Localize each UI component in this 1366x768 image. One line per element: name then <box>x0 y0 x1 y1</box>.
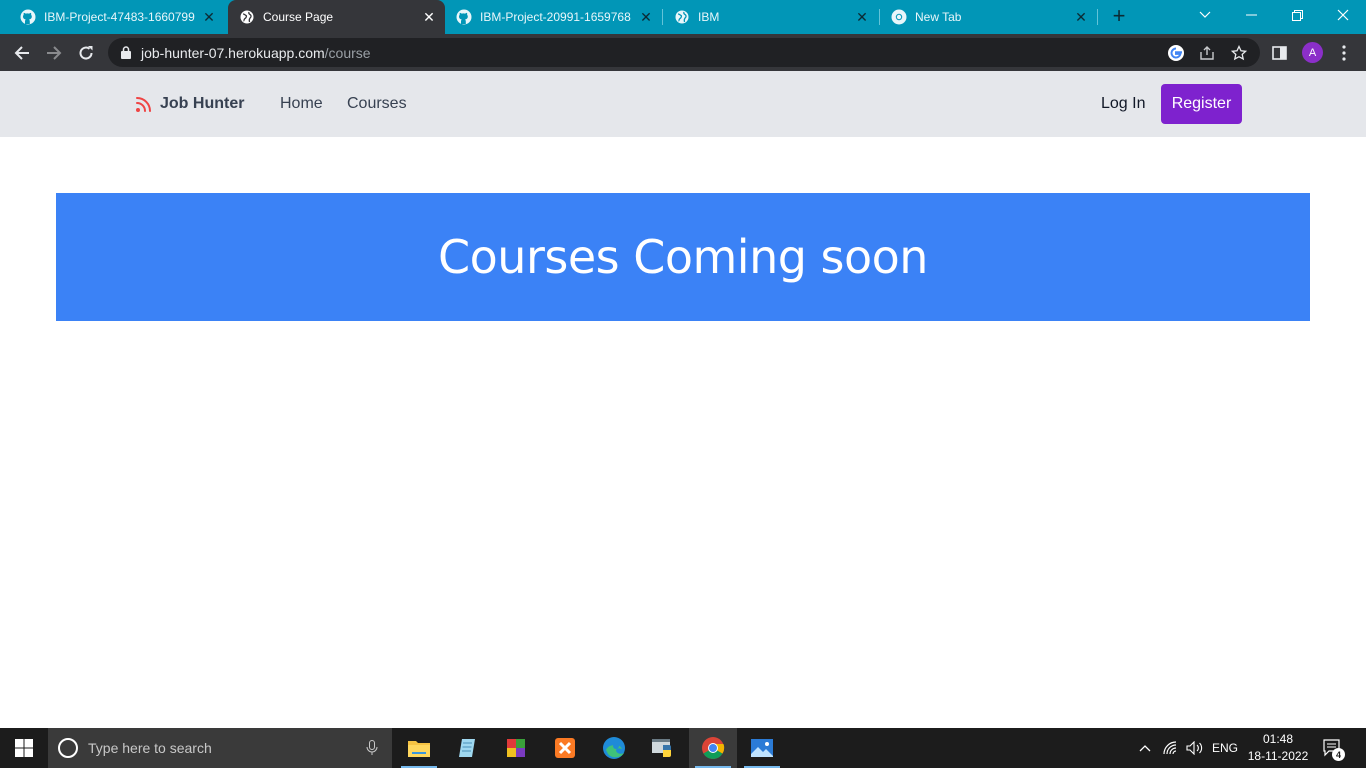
browser-tab-1[interactable]: IBM-Project-47483-1660799 ✕ <box>0 0 225 34</box>
close-tab-icon[interactable]: ✕ <box>854 9 870 25</box>
brand-name: Job Hunter <box>160 95 245 112</box>
lock-icon[interactable] <box>120 46 132 60</box>
profile-avatar[interactable]: A <box>1302 42 1323 63</box>
new-tab-button[interactable]: + <box>1108 3 1130 28</box>
chrome-icon <box>891 9 907 25</box>
github-icon <box>20 9 36 25</box>
close-window-button[interactable] <box>1320 0 1366 30</box>
taskbar-search-box[interactable]: Type here to search <box>48 728 392 768</box>
xampp-app[interactable] <box>541 728 589 768</box>
tab-title: IBM-Project-47483-1660799 <box>44 10 195 24</box>
browser-tab-4[interactable]: IBM ✕ <box>654 0 878 34</box>
python-icon <box>652 739 671 757</box>
notepad-icon <box>459 739 475 757</box>
tab-title: New Tab <box>915 10 962 24</box>
language-indicator[interactable]: ENG <box>1212 728 1238 768</box>
nav-courses-link[interactable]: Courses <box>347 95 407 113</box>
edge-icon <box>603 737 625 759</box>
browser-tab-2[interactable]: Course Page ✕ <box>228 0 445 34</box>
photos-icon <box>751 739 773 757</box>
clock-date: 18-11-2022 <box>1247 749 1309 763</box>
tab-search-chevron-icon[interactable] <box>1182 0 1228 30</box>
browser-tab-5[interactable]: New Tab ✕ <box>871 0 1097 34</box>
windows-start-button[interactable] <box>0 728 48 768</box>
windows-logo-icon <box>15 739 33 757</box>
register-button[interactable]: Register <box>1161 84 1242 124</box>
tab-separator <box>1097 9 1098 25</box>
share-icon[interactable] <box>1198 44 1216 62</box>
network-icon[interactable] <box>1163 728 1179 768</box>
tab-strip: IBM-Project-47483-1660799 ✕ Course Page … <box>0 0 1366 34</box>
close-tab-icon[interactable]: ✕ <box>1073 9 1089 25</box>
globe-icon <box>239 9 255 25</box>
microphone-icon[interactable] <box>366 740 378 756</box>
volume-icon[interactable] <box>1186 728 1204 768</box>
notepad-app[interactable] <box>443 728 491 768</box>
file-explorer-app[interactable] <box>395 728 443 768</box>
reload-button[interactable] <box>73 40 99 66</box>
winrar-icon <box>507 739 525 757</box>
search-placeholder: Type here to search <box>88 740 212 756</box>
clock-time: 01:48 <box>1262 732 1294 746</box>
rss-icon <box>134 94 154 114</box>
system-clock[interactable]: 01:48 18-11-2022 <box>1246 731 1310 765</box>
courses-banner: Courses Coming soon <box>56 193 1310 321</box>
close-tab-icon[interactable]: ✕ <box>638 9 654 25</box>
github-icon <box>456 9 472 25</box>
minimize-button[interactable] <box>1228 0 1274 30</box>
close-tab-icon[interactable]: ✕ <box>421 9 437 25</box>
tab-title: IBM <box>698 10 720 24</box>
browser-toolbar: job-hunter-07.herokuapp.com/course A <box>0 34 1366 71</box>
bookmark-star-icon[interactable] <box>1230 44 1248 62</box>
nav-home-link[interactable]: Home <box>280 95 323 113</box>
globe-icon <box>674 9 690 25</box>
notification-count-badge: 4 <box>1332 748 1345 761</box>
chrome-icon <box>702 737 725 759</box>
show-hidden-icons-chevron[interactable] <box>1139 728 1151 768</box>
python-app[interactable] <box>639 728 687 768</box>
notifications-button[interactable]: 4 <box>1323 728 1345 768</box>
login-link[interactable]: Log In <box>1101 95 1145 113</box>
address-bar[interactable]: job-hunter-07.herokuapp.com/course <box>108 38 1260 67</box>
side-panel-icon[interactable] <box>1269 43 1289 63</box>
google-lens-icon[interactable] <box>1167 44 1185 62</box>
forward-button[interactable] <box>41 40 67 66</box>
cortana-icon <box>58 738 78 758</box>
edge-app[interactable] <box>590 728 638 768</box>
restore-button[interactable] <box>1274 0 1320 30</box>
tab-title: Course Page <box>263 10 334 24</box>
more-menu-icon[interactable] <box>1334 43 1354 63</box>
close-tab-icon[interactable]: ✕ <box>201 9 217 25</box>
back-button[interactable] <box>9 40 35 66</box>
tab-title: IBM-Project-20991-1659768 <box>480 10 631 24</box>
address-host: job-hunter-07.herokuapp.com <box>141 44 325 61</box>
xampp-icon <box>555 738 575 758</box>
address-path: /course <box>324 44 371 61</box>
site-navbar: Job Hunter Home Courses Log In Register <box>0 71 1366 137</box>
taskbar: Type here to search ENG 01:48 18-11-2022… <box>0 728 1366 768</box>
chrome-app[interactable] <box>689 728 737 768</box>
brand-link[interactable]: Job Hunter <box>134 94 244 114</box>
folder-icon <box>408 741 430 757</box>
winrar-app[interactable] <box>492 728 540 768</box>
banner-heading: Courses Coming soon <box>438 230 928 284</box>
photos-app[interactable] <box>738 728 786 768</box>
browser-tab-3[interactable]: IBM-Project-20991-1659768 ✕ <box>436 0 662 34</box>
address-url: job-hunter-07.herokuapp.com/course <box>141 45 371 61</box>
